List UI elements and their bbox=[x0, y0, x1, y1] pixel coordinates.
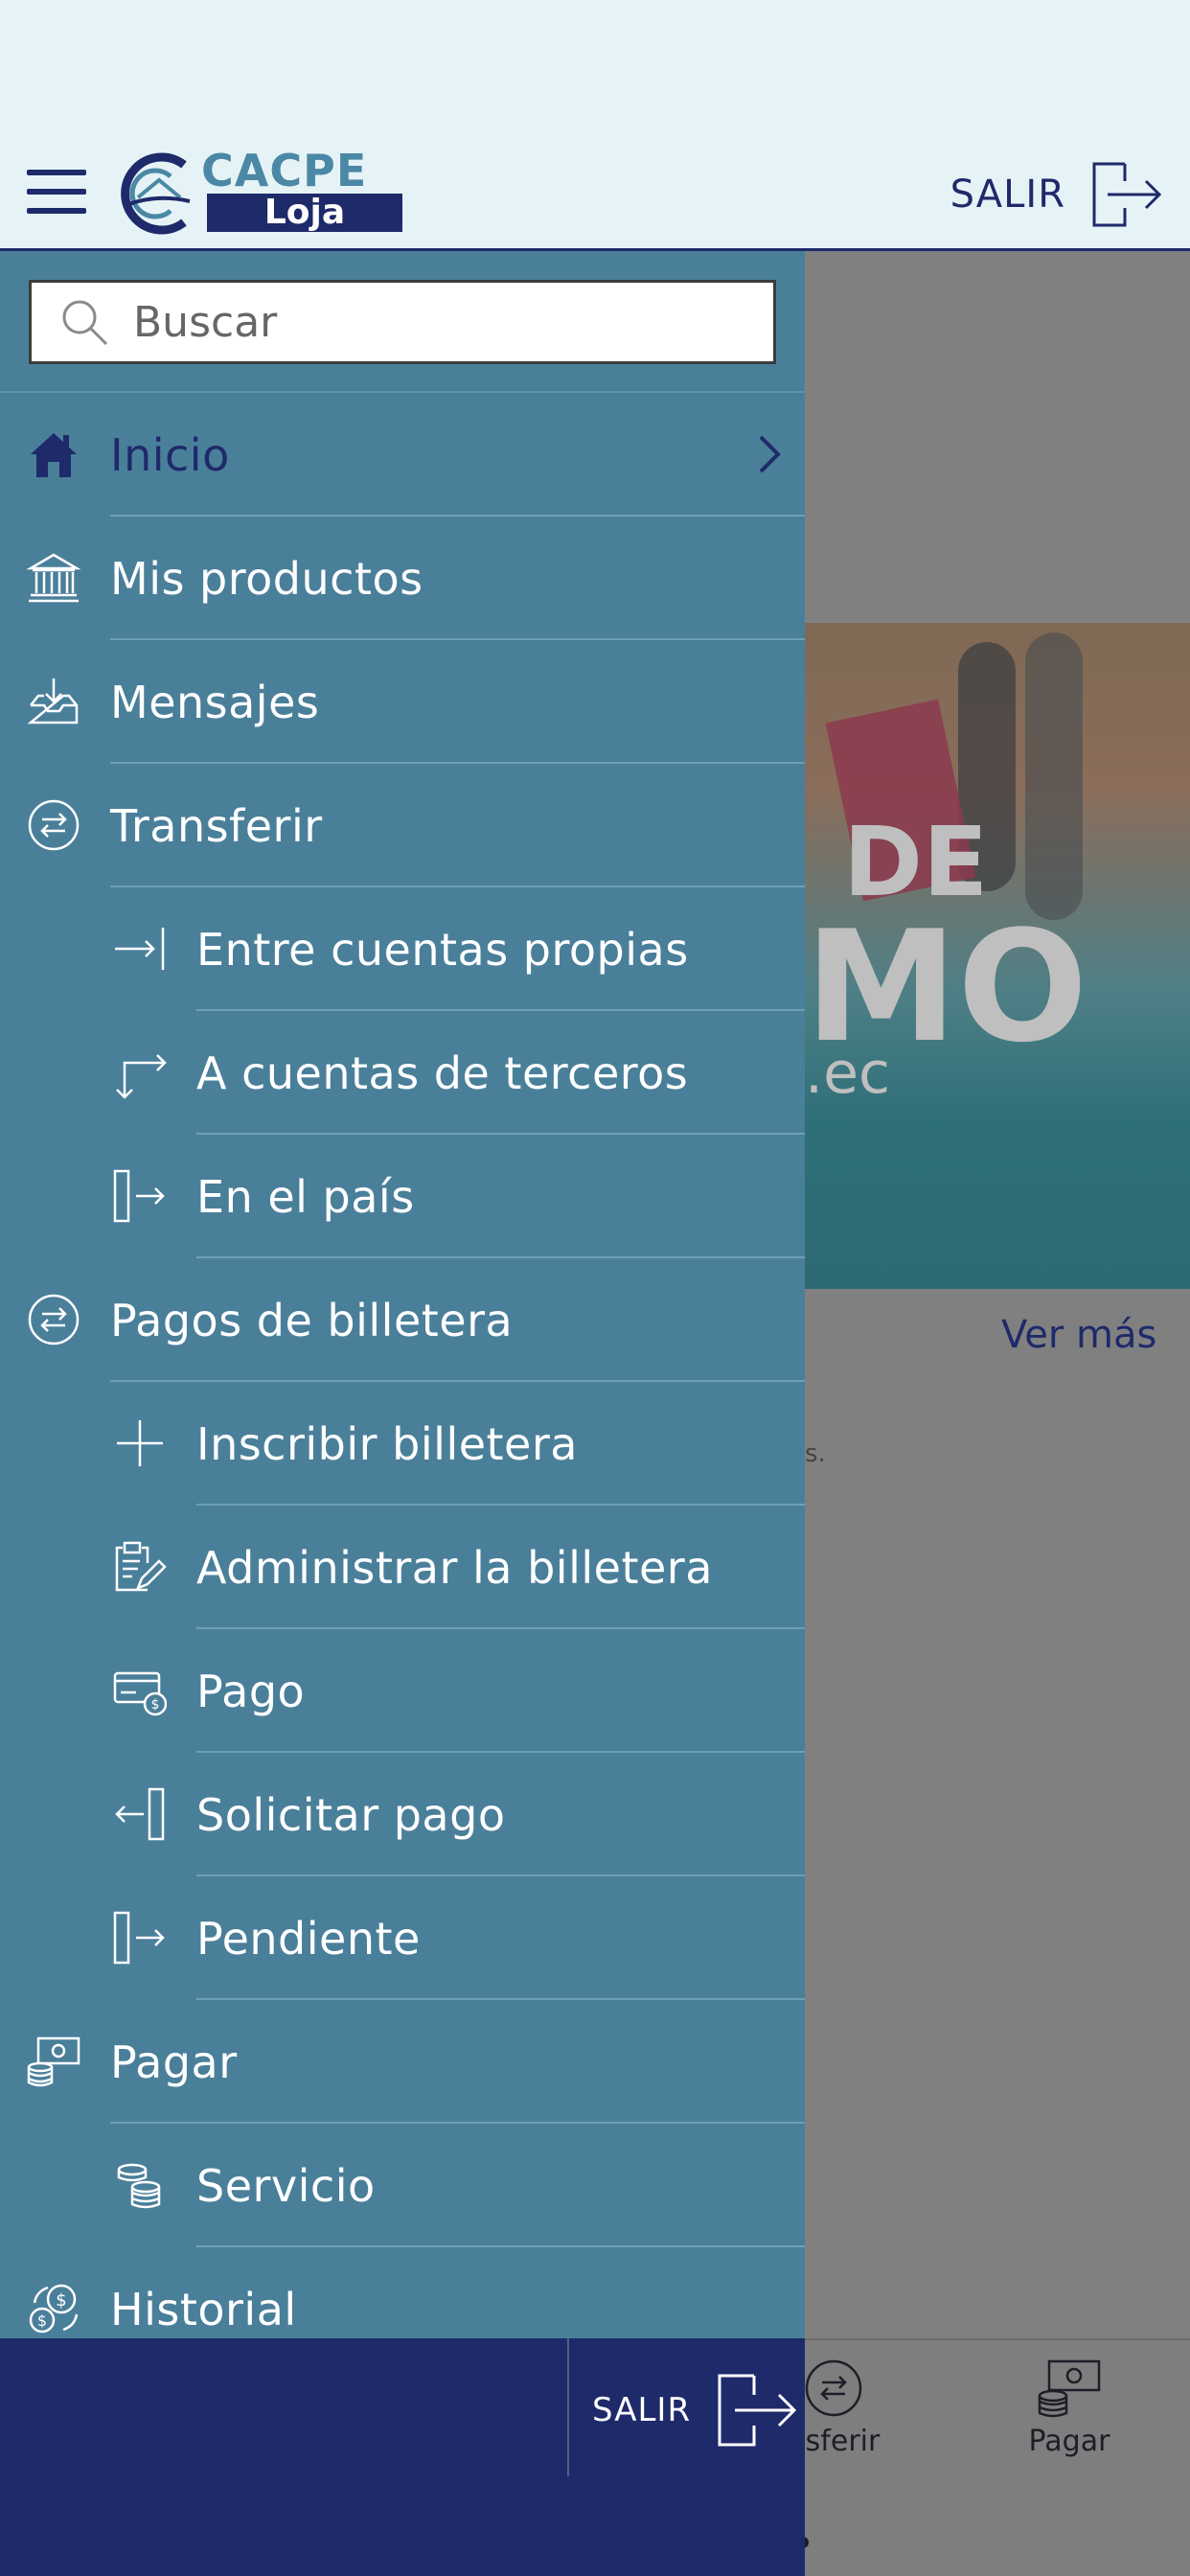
drawer-exit-label: SALIR bbox=[592, 2391, 692, 2429]
menu-item-label: A cuentas de terceros bbox=[196, 1046, 689, 1099]
search-icon bbox=[62, 300, 108, 346]
arrow-to-bar-icon bbox=[115, 928, 165, 970]
menu-item-label: Historial bbox=[110, 2283, 297, 2335]
tab-pagar[interactable]: Pagar bbox=[973, 2358, 1165, 2458]
svg-text:$: $ bbox=[151, 1697, 160, 1713]
menu-item-pendiente[interactable]: Pendiente bbox=[0, 1876, 805, 2000]
logout-icon bbox=[1092, 162, 1162, 227]
transfer-icon bbox=[805, 2359, 862, 2417]
menu-item-label: Servicio bbox=[196, 2159, 376, 2212]
logo-sub: Loja bbox=[207, 194, 402, 232]
see-more-link[interactable]: Ver más bbox=[1001, 1313, 1156, 1357]
menu-item-pagar[interactable]: Pagar bbox=[0, 2000, 805, 2124]
svg-text:$: $ bbox=[56, 2290, 66, 2311]
menu-item-label: Pagos de billetera bbox=[110, 1294, 514, 1346]
menu-item-inicio[interactable]: Inicio bbox=[0, 393, 805, 517]
menu-item-label: Mensajes bbox=[110, 676, 320, 728]
promo-banner[interactable]: DE MO .ec bbox=[805, 623, 1190, 1289]
menu-item-label: Solicitar pago bbox=[196, 1788, 506, 1841]
drawer-exit-button[interactable]: SALIR bbox=[592, 2367, 798, 2453]
search-section bbox=[0, 251, 805, 393]
exit-box-icon bbox=[113, 1911, 165, 1965]
menu-item-servicio[interactable]: Servicio bbox=[0, 2124, 805, 2247]
menu-item-label: En el país bbox=[196, 1170, 415, 1223]
home-icon bbox=[31, 433, 77, 477]
side-drawer: Inicio Mis productos Mensajes bbox=[0, 251, 805, 2338]
footer-divider bbox=[567, 2338, 569, 2476]
menu-item-label: Pago bbox=[196, 1665, 306, 1717]
menu-item-label: Pagar bbox=[110, 2036, 238, 2088]
arrows-corner-icon bbox=[116, 1054, 167, 1099]
menu-item-solicitar-pago[interactable]: Solicitar pago bbox=[0, 1753, 805, 1876]
menu-item-en-el-pais[interactable]: En el país bbox=[0, 1135, 805, 1258]
banner-figure bbox=[1025, 632, 1083, 920]
menu-item-mis-productos[interactable]: Mis productos bbox=[0, 517, 805, 640]
menu-item-entre-cuentas-propias[interactable]: Entre cuentas propias bbox=[0, 887, 805, 1011]
menu-item-inscribir-billetera[interactable]: Inscribir billetera bbox=[0, 1382, 805, 1506]
bank-icon bbox=[27, 553, 80, 603]
menu-item-label: Transferir bbox=[110, 799, 323, 852]
menu-item-label: Pendiente bbox=[196, 1912, 421, 1965]
menu-item-pagos-de-billetera[interactable]: Pagos de billetera bbox=[0, 1258, 805, 1382]
chevron-right-icon bbox=[759, 435, 781, 473]
menu-item-label: Entre cuentas propias bbox=[196, 923, 689, 976]
request-box-icon bbox=[115, 1787, 165, 1841]
hamburger-icon[interactable] bbox=[27, 170, 86, 214]
exit-box-icon bbox=[113, 1169, 165, 1223]
menu-item-label: Mis productos bbox=[110, 552, 423, 605]
menu-item-label: Inscribir billetera bbox=[196, 1417, 578, 1470]
cacpe-logo: CACPE Loja bbox=[113, 145, 410, 238]
coins-icon bbox=[117, 2163, 161, 2209]
tab-label: Pagar bbox=[1028, 2425, 1110, 2458]
cash-coins-icon bbox=[27, 2036, 80, 2087]
search-box[interactable] bbox=[29, 280, 776, 364]
menu-item-a-cuentas-de-terceros[interactable]: A cuentas de terceros bbox=[0, 1011, 805, 1135]
transfer-icon bbox=[28, 1294, 80, 1346]
menu-item-historial[interactable]: $ $ Historial bbox=[0, 2247, 805, 2338]
app-header: CACPE Loja SALIR bbox=[0, 0, 1190, 251]
pay-icon bbox=[1038, 2359, 1101, 2418]
drawer-menu: Inicio Mis productos Mensajes Transferir… bbox=[0, 393, 805, 2338]
menu-item-mensajes[interactable]: Mensajes bbox=[0, 640, 805, 764]
transfer-icon bbox=[28, 799, 80, 851]
background-text: s. bbox=[805, 1439, 826, 1468]
banner-text: DE bbox=[843, 806, 989, 918]
header-exit-label: SALIR bbox=[950, 172, 1065, 217]
search-input[interactable] bbox=[133, 297, 746, 347]
svg-text:$: $ bbox=[37, 2312, 47, 2330]
menu-item-label: Inicio bbox=[110, 428, 230, 481]
header-exit-button[interactable]: SALIR bbox=[950, 158, 1163, 231]
menu-item-label: Administrar la billetera bbox=[196, 1541, 713, 1594]
plus-icon bbox=[117, 1420, 163, 1466]
logo-mark-icon bbox=[121, 152, 191, 235]
drawer-footer: SALIR bbox=[0, 2338, 805, 2576]
menu-item-transferir[interactable]: Transferir bbox=[0, 764, 805, 887]
logo-word: CACPE bbox=[201, 145, 368, 196]
history-money-icon: $ $ bbox=[29, 2284, 79, 2334]
logout-icon bbox=[718, 2374, 797, 2447]
menu-item-pago[interactable]: $ Pago bbox=[0, 1629, 805, 1753]
card-payment-icon: $ bbox=[113, 1671, 167, 1716]
banner-text: .ec bbox=[805, 1040, 890, 1107]
menu-item-administrar-billetera[interactable]: Administrar la billetera bbox=[0, 1506, 805, 1629]
inbox-icon bbox=[27, 678, 79, 724]
clipboard-edit-icon bbox=[115, 1541, 167, 1592]
